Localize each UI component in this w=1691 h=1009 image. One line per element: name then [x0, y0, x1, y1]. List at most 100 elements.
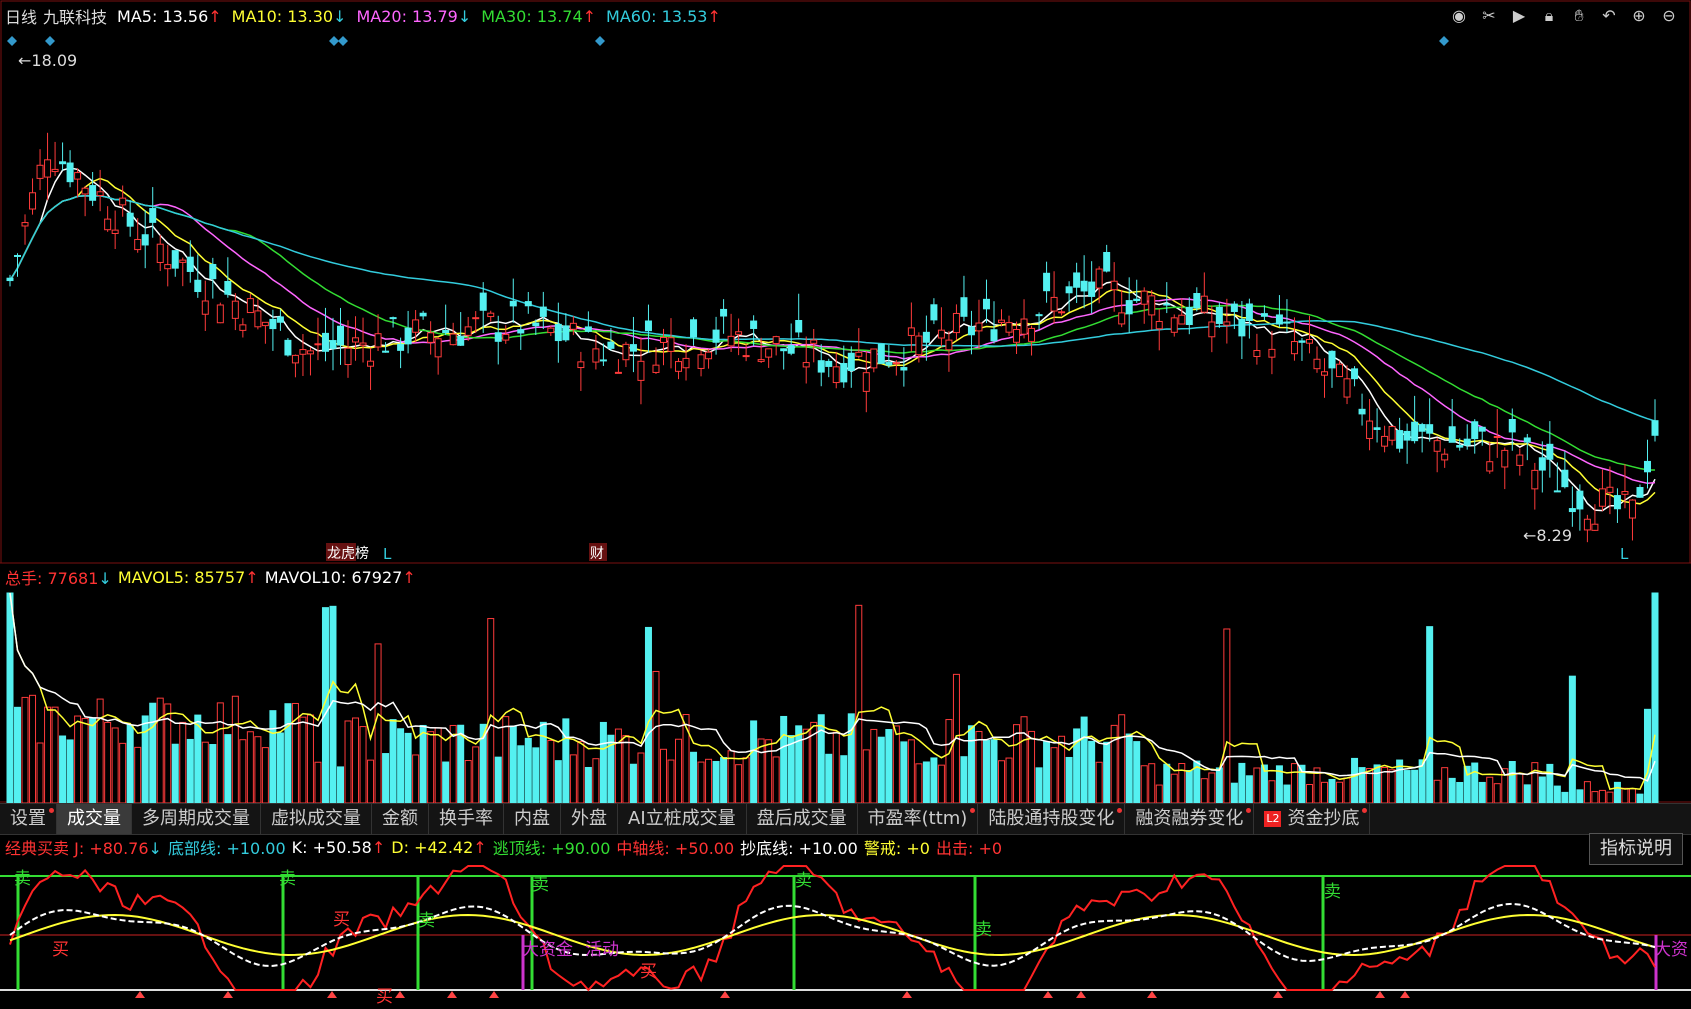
buy-arrow [223, 991, 233, 1006]
volume-bar [1290, 763, 1298, 804]
candle-body [306, 350, 314, 355]
candle-body [1546, 443, 1554, 460]
candle-body [1020, 318, 1028, 335]
volume-bar [141, 715, 149, 804]
tab-label: 资金抄底 [1287, 808, 1360, 829]
ma-lines [9, 167, 1656, 512]
volume-bar [434, 727, 442, 804]
tab-0[interactable]: 设置 [0, 804, 57, 834]
tab-8[interactable]: AI立桩成交量 [618, 804, 747, 834]
volume-bar [945, 719, 953, 804]
tab-label: 设置 [10, 808, 46, 829]
candle-body [637, 360, 645, 381]
volume-bar [1103, 741, 1111, 804]
indicator-tabs: 设置 成交量 多周期成交量 虚拟成交量 金额 换手率 内盘 外盘 AI立桩成交量 盘后成交量 市盈率… [0, 803, 1691, 835]
candle-body [1013, 329, 1021, 343]
volume-bar [1598, 789, 1606, 804]
candle-body [802, 362, 810, 368]
candle-body [1170, 317, 1178, 333]
candle-body [119, 197, 127, 206]
finance-tag[interactable]: 财 [590, 546, 604, 562]
candle-body [735, 331, 743, 335]
candle-body [915, 335, 923, 356]
tab-label: 多周期成交量 [142, 808, 250, 829]
volume-bar [1576, 789, 1584, 804]
volume-bar [644, 626, 652, 804]
volume-bar [1463, 765, 1471, 804]
indicator-lines [0, 865, 1691, 1006]
buy-arrow [1043, 991, 1053, 1006]
candle-body [1583, 518, 1591, 531]
volume-bar [261, 747, 269, 804]
indicator-help-button[interactable]: 指标说明 [1589, 833, 1683, 865]
volume-bar [1546, 763, 1554, 804]
volume-bar [171, 743, 179, 804]
volume-bar [442, 761, 450, 804]
volume-bar [21, 696, 29, 804]
candle-body [1230, 303, 1238, 312]
out-value: 出击: +0 [935, 839, 1003, 858]
candle-body [1471, 421, 1479, 440]
candle-body [1178, 314, 1186, 325]
candle-body [156, 243, 164, 263]
volume-bar [1433, 779, 1441, 804]
volume-bar [1223, 628, 1231, 804]
event-diamond [1439, 36, 1449, 46]
candle-body [74, 172, 82, 180]
volume-bar [1328, 778, 1336, 804]
tab-4[interactable]: 金额 [372, 804, 429, 834]
volume-bar [81, 717, 89, 804]
volume-bar [930, 757, 938, 804]
tab-9[interactable]: 盘后成交量 [747, 804, 858, 834]
candle-body [1313, 358, 1321, 370]
candle-body [1088, 281, 1096, 297]
candle-body [900, 367, 908, 371]
candle-body [862, 372, 870, 392]
candle-body [998, 319, 1006, 323]
tab-11[interactable]: 陆股通持股变化 [978, 804, 1126, 834]
tab-12[interactable]: 融资融券变化 [1125, 804, 1255, 834]
volume-bar [419, 724, 427, 804]
candle-body [359, 342, 367, 346]
lhb-tag[interactable]: 龙虎榜 [327, 545, 369, 562]
volume-bar [1065, 756, 1073, 804]
candle-body [682, 357, 690, 369]
candle-body [487, 312, 495, 318]
candle-body [712, 329, 720, 343]
volume-bar [690, 751, 698, 804]
candle-body [81, 187, 89, 195]
volume-bar [1636, 793, 1644, 804]
tab-1[interactable]: 成交量 [57, 804, 132, 834]
volume-bar [825, 753, 833, 804]
volume-bar [1591, 791, 1599, 804]
candle-body [1628, 499, 1636, 519]
volume-bar [629, 763, 637, 804]
tab-5[interactable]: 换手率 [429, 804, 504, 834]
volume-bar [1403, 770, 1411, 804]
volume-bar [1523, 784, 1531, 804]
tab-3[interactable]: 虚拟成交量 [261, 804, 372, 834]
volume-bar [269, 710, 277, 804]
candle-body [494, 332, 502, 342]
volume-bar [1215, 767, 1223, 804]
tab-dot [49, 808, 54, 813]
tab-7[interactable]: 外盘 [561, 804, 618, 834]
candle-body [922, 331, 930, 343]
tab-10[interactable]: 市盈率(ttm) [858, 804, 979, 834]
ma-line [9, 194, 1656, 422]
volume-bar [194, 714, 202, 804]
candle-body [690, 319, 698, 338]
tab-2[interactable]: 多周期成交量 [132, 804, 261, 834]
candle-body [554, 323, 562, 342]
tab-6[interactable]: 内盘 [504, 804, 561, 834]
volume-bar [697, 761, 705, 804]
candle-body [1463, 438, 1471, 446]
candle-body [1223, 321, 1231, 326]
candle-body [1403, 430, 1411, 441]
volume-bar [539, 721, 547, 804]
candle-body [727, 335, 735, 347]
volume-bar [284, 703, 292, 804]
volume-bar [427, 731, 435, 804]
candle-body [539, 306, 547, 317]
tab-13[interactable]: L2 资金抄底 [1254, 804, 1371, 834]
